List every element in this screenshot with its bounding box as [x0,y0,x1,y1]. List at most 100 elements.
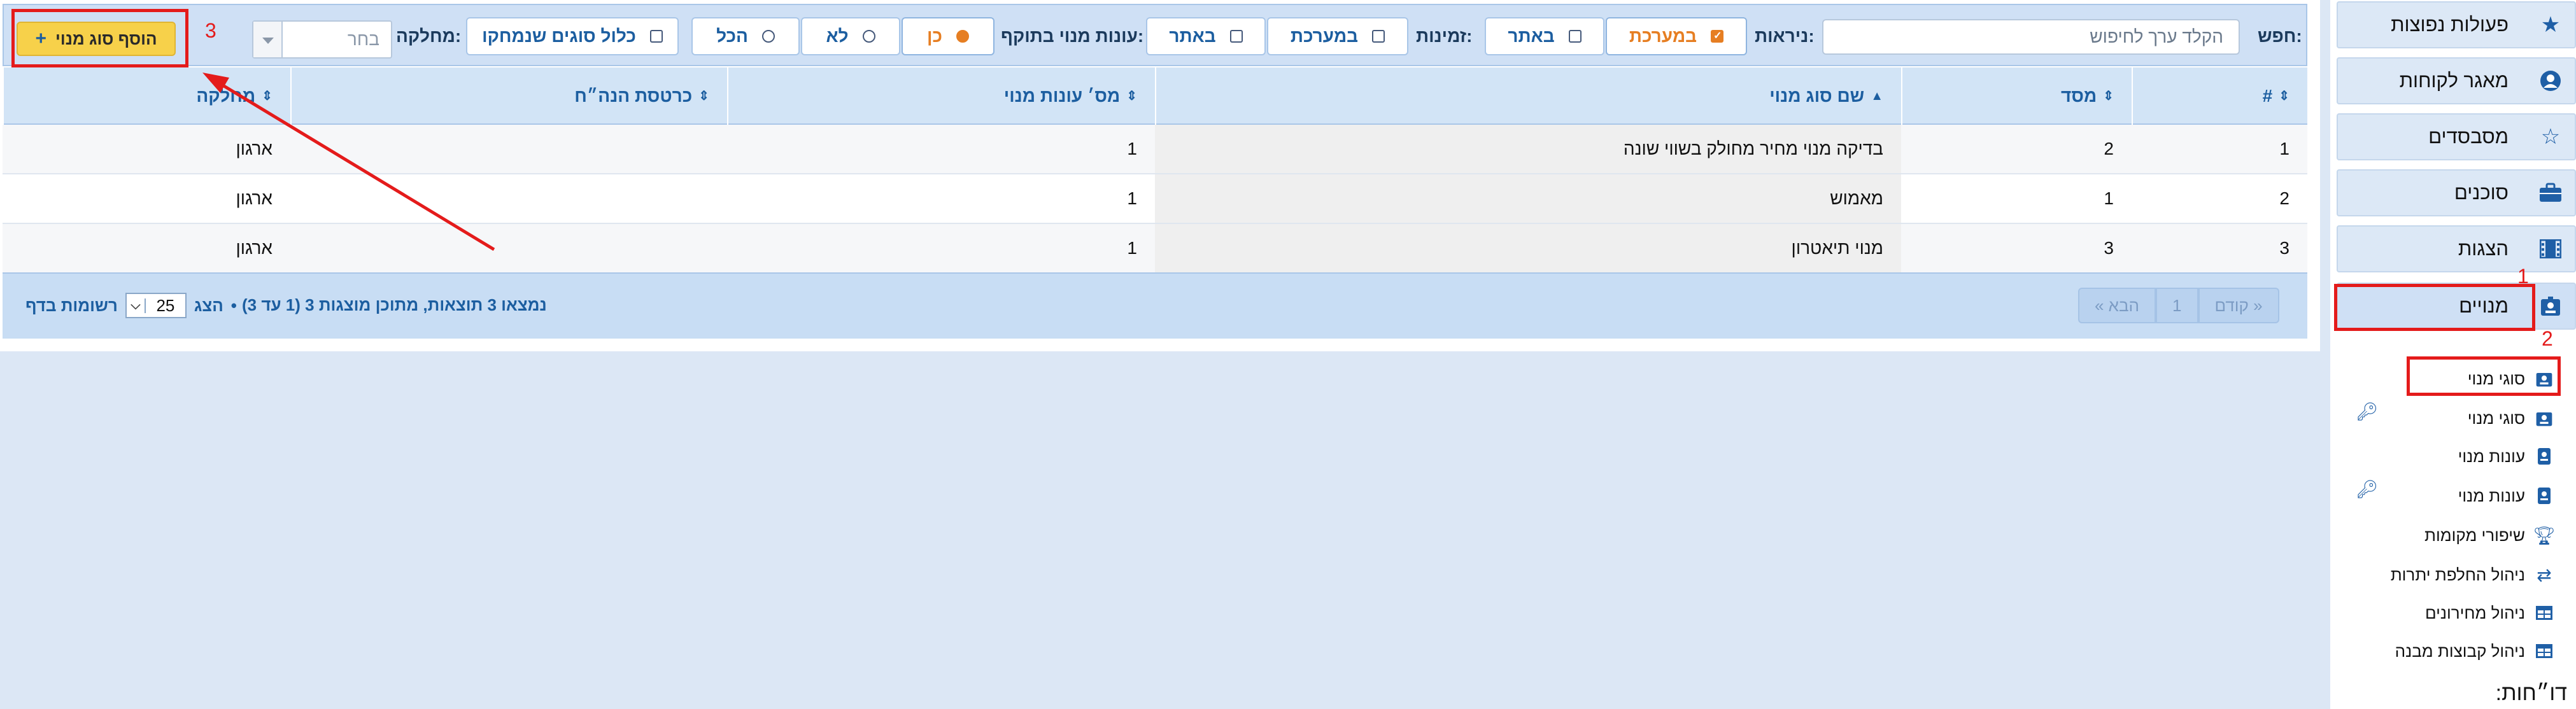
annotation-box [2407,356,2561,396]
page-size-control: • הצג ⌵ 25 רשומות בדף [25,293,237,318]
subnav-item-label: ניהול מחירונים [2425,603,2525,622]
column-header-id[interactable]: מסד ⇕ [1901,67,2132,125]
briefcase-icon [2538,180,2563,206]
visibility-site-label: באתר [1508,26,1555,46]
column-header-label: # [2262,86,2273,106]
star-icon: ★ [2540,13,2561,37]
availability-site-label: באתר [1169,26,1216,46]
season-no-toggle[interactable]: לא [801,17,900,55]
cell-id: 3 [2104,238,2114,258]
sidebar-item-agents[interactable]: סוכנים [2337,169,2576,216]
id-card-icon [2534,486,2554,506]
star-outline-icon: ☆ [2540,125,2561,149]
checkbox-icon [1372,30,1385,43]
checkbox-icon [1568,30,1582,43]
sidebar-item-common-actions[interactable]: פעולות נפוצות ★ [2337,1,2576,48]
season-yes-toggle[interactable]: כן [902,17,994,55]
cell-name: מנוי תיאטרון [1155,224,1901,272]
radio-checked-icon [956,30,969,43]
radio-icon [761,30,775,43]
subnav-item-balance-exchange[interactable]: ניהול החלפת יתרות ⇄ [2349,558,2559,592]
availability-system-toggle[interactable]: במערכת [1267,17,1408,55]
annotation-number: 2 [2542,327,2553,350]
sidebar-item-label: פעולות נפוצות [2391,13,2509,36]
annotation-arrow [202,73,495,251]
checkbox-icon [1229,30,1243,43]
subnav-item-label: ניהול קבוצות מבנה [2395,641,2525,661]
sort-icon: ⇕ [698,89,709,103]
id-badge-icon [2538,293,2563,319]
sidebar-item-subsidizers[interactable]: מסבסדים ☆ [2337,113,2576,160]
cell-seasons: 1 [1127,188,1137,208]
table-icon [2534,641,2554,661]
column-header-name[interactable]: שם סוג מנוי ▲ [1155,67,1901,125]
page-size-select[interactable]: ⌵ 25 [125,293,187,318]
subnav-item-seat-upgrades[interactable]: שיפורי מקומות 🏆︎ [2349,518,2559,552]
checkbox-checked-icon [1711,29,1724,43]
column-header-label: מסד [2061,86,2097,106]
availability-site-toggle[interactable]: באתר [1146,17,1266,55]
sort-icon: ⇕ [2103,89,2114,103]
sidebar-item-customers[interactable]: מאגר לקוחות [2337,57,2576,104]
sidebar-item-label: מאגר לקוחות [2399,69,2509,92]
subnav-item-structure-groups[interactable]: ניהול קבוצות מבנה [2349,634,2559,668]
subnav-item-label: סוגי מנוי [2467,408,2525,428]
next-page-button[interactable]: הבא » [2078,288,2156,323]
sidebar-item-label: מסבסדים [2428,125,2509,148]
cell-index: 1 [2279,139,2289,158]
visibility-label: ניראות: [1755,26,1815,46]
season-no-label: לא [826,26,849,46]
season-all-toggle[interactable]: הכל [691,17,800,55]
visibility-system-label: במערכת [1629,26,1697,46]
cell-id: 1 [2104,188,2114,208]
per-page-label: רשומות בדף [25,295,118,315]
trophy-icon: 🏆︎ [2533,525,2556,545]
subnav-item-label: עונות מנוי [2458,446,2525,466]
radio-icon [862,30,875,43]
prev-page-button[interactable]: « קודם [2198,288,2279,323]
column-header-label: כרטסת הנה״ח [574,86,693,106]
bullet-separator: • [230,295,237,315]
cell-index: 2 [2279,188,2289,208]
visibility-site-toggle[interactable]: באתר [1485,17,1604,55]
sidebar-item-label: הצגות [2458,237,2509,260]
subnav-item-price-lists[interactable]: ניהול מחירונים [2349,596,2559,630]
page-number-button[interactable]: 1 [2156,288,2198,323]
annotation-number: 1 [2517,265,2529,288]
subnav-item-membership-seasons[interactable]: עונות מנוי [2349,439,2559,474]
id-card-icon [2534,446,2554,467]
sort-icon: ⇕ [2279,89,2289,103]
availability-label: זמינות: [1416,26,1473,46]
results-summary: נמצאו 3 תוצאות, מתוכן מוצגות 3 (1 עד 3) [242,295,547,314]
column-header-label: מס׳ עונות מנוי [1003,86,1121,106]
show-label: הצג [194,295,223,315]
pagination: « קודם 1 הבא » [2078,288,2279,323]
page-size-value: 25 [156,295,175,315]
cell-index: 3 [2279,238,2289,258]
search-input[interactable] [1822,19,2240,55]
film-icon [2538,236,2563,262]
id-badge-icon [2534,408,2554,428]
table-icon [2534,603,2554,623]
user-circle-icon [2538,68,2563,94]
sort-ascending-icon: ▲ [1871,89,1883,103]
chevron-down-icon[interactable]: ⌵ [127,298,146,313]
cell-id: 2 [2104,139,2114,158]
cell-seasons: 1 [1127,139,1137,158]
checkbox-icon [649,30,663,43]
search-label: חפש: [2258,26,2302,46]
exchange-icon: ⇄ [2537,565,2552,585]
annotation-box [2334,284,2535,331]
column-header-seasons[interactable]: מס׳ עונות מנוי ⇕ [727,67,1155,125]
subnav-item-membership-types-admin[interactable]: סוגי מנוי [2349,401,2559,435]
table-footer: « קודם 1 הבא » נמצאו 3 תוצאות, מתוכן מוצ… [3,272,2307,339]
visibility-system-toggle[interactable]: במערכת [1606,17,1747,55]
subnav-item-label: עונות מנוי [2458,486,2525,505]
sidebar-item-shows[interactable]: הצגות [2337,225,2576,272]
column-header-index[interactable]: # ⇕ [2132,67,2307,125]
sidebar-item-label: סוכנים [2454,181,2509,204]
subnav-item-label: ניהול החלפת יתרות [2390,565,2525,584]
cell-name: בדיקה מנוי מחיר מחולק בשווי שונה [1155,125,1901,173]
season-all-label: הכל [716,26,748,46]
subnav-item-membership-seasons-admin[interactable]: עונות מנוי [2349,479,2559,513]
